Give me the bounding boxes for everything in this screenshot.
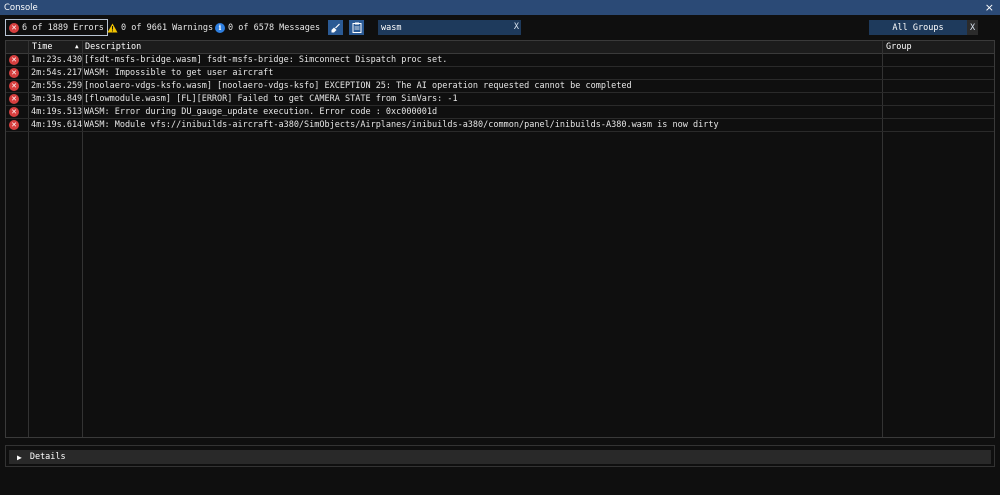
row-time: 2m:55s.259ms: [31, 81, 82, 91]
console-window: Console × ✕ 6 of 1889 Errors 0 of 9661 W…: [0, 0, 1000, 495]
error-icon: ✕: [9, 68, 19, 78]
warnings-filter-label: 0 of 9661 Warnings: [121, 22, 214, 33]
error-icon: ✕: [9, 120, 19, 130]
clear-groups-button[interactable]: X: [967, 20, 978, 35]
details-label: Details: [29, 452, 66, 462]
row-description: [fsdt-msfs-bridge.wasm] fsdt-msfs-bridge…: [84, 55, 448, 65]
error-icon: ✕: [9, 55, 19, 65]
title-bar[interactable]: Console ×: [0, 0, 1000, 15]
error-icon: ✕: [9, 81, 19, 91]
table-row[interactable]: ✕ 2m:55s.259ms [noolaero-vdgs-ksfo.wasm]…: [6, 80, 994, 93]
search-input[interactable]: [378, 22, 506, 33]
error-icon: ✕: [9, 107, 19, 117]
groups-dropdown[interactable]: All Groups: [869, 20, 967, 35]
table-row[interactable]: ✕ 2m:54s.217ms WASM: Impossible to get u…: [6, 67, 994, 80]
log-table: Time ▲ Description Group ✕ 1m:23s.430ms …: [5, 40, 995, 438]
time-column-header[interactable]: Time ▲: [30, 41, 85, 54]
row-time: 4m:19s.614ms: [31, 120, 82, 130]
table-row[interactable]: ✕ 1m:23s.430ms [fsdt-msfs-bridge.wasm] f…: [6, 54, 994, 67]
errors-filter-label: 6 of 1889 Errors: [22, 22, 104, 33]
details-toggle[interactable]: ▶ Details: [9, 450, 991, 464]
row-description: WASM: Module vfs://inibuilds-aircraft-a3…: [84, 120, 719, 130]
row-description: [flowmodule.wasm] [FL][ERROR] Failed to …: [84, 94, 458, 104]
errors-filter-toggle[interactable]: ✕ 6 of 1889 Errors: [5, 19, 108, 36]
details-panel: ▶ Details: [5, 445, 995, 467]
table-row[interactable]: ✕ 4m:19s.513ms WASM: Error during DU_gau…: [6, 106, 994, 119]
error-icon: ✕: [9, 94, 19, 104]
search-box: X: [378, 20, 521, 35]
row-description: [noolaero-vdgs-ksfo.wasm] [noolaero-vdgs…: [84, 81, 632, 91]
toolbar: ✕ 6 of 1889 Errors 0 of 9661 Warnings i …: [0, 17, 1000, 39]
clipboard-icon: [352, 22, 361, 33]
table-rows: ✕ 1m:23s.430ms [fsdt-msfs-bridge.wasm] f…: [6, 54, 994, 132]
row-description: WASM: Error during DU_gauge_update execu…: [84, 107, 438, 117]
clear-console-button[interactable]: [328, 20, 343, 35]
messages-filter-toggle[interactable]: i 0 of 6578 Messages: [211, 19, 324, 36]
clear-search-button[interactable]: X: [514, 20, 519, 35]
row-time: 2m:54s.217ms: [31, 68, 82, 78]
error-icon: ✕: [9, 22, 19, 33]
group-column-header[interactable]: Group: [884, 41, 994, 54]
broom-icon: [331, 23, 340, 32]
row-time: 4m:19s.513ms: [31, 107, 82, 117]
close-icon[interactable]: ×: [985, 0, 994, 15]
copy-button[interactable]: [349, 20, 364, 35]
description-column-header[interactable]: Description: [83, 41, 883, 54]
table-header: Time ▲ Description Group: [6, 41, 994, 54]
row-time: 1m:23s.430ms: [31, 55, 82, 65]
info-icon: i: [215, 22, 225, 33]
row-description: WASM: Impossible to get user aircraft: [84, 68, 274, 78]
messages-filter-label: 0 of 6578 Messages: [228, 22, 321, 33]
window-title: Console: [4, 2, 38, 13]
row-time: 3m:31s.849ms: [31, 94, 82, 104]
warnings-filter-toggle[interactable]: 0 of 9661 Warnings: [103, 19, 217, 36]
table-row[interactable]: ✕ 3m:31s.849ms [flowmodule.wasm] [FL][ER…: [6, 93, 994, 106]
expand-triangle-icon: ▶: [17, 452, 22, 462]
warning-icon: [107, 23, 118, 33]
sort-ascending-icon: ▲: [75, 43, 79, 50]
table-row[interactable]: ✕ 4m:19s.614ms WASM: Module vfs://inibui…: [6, 119, 994, 132]
